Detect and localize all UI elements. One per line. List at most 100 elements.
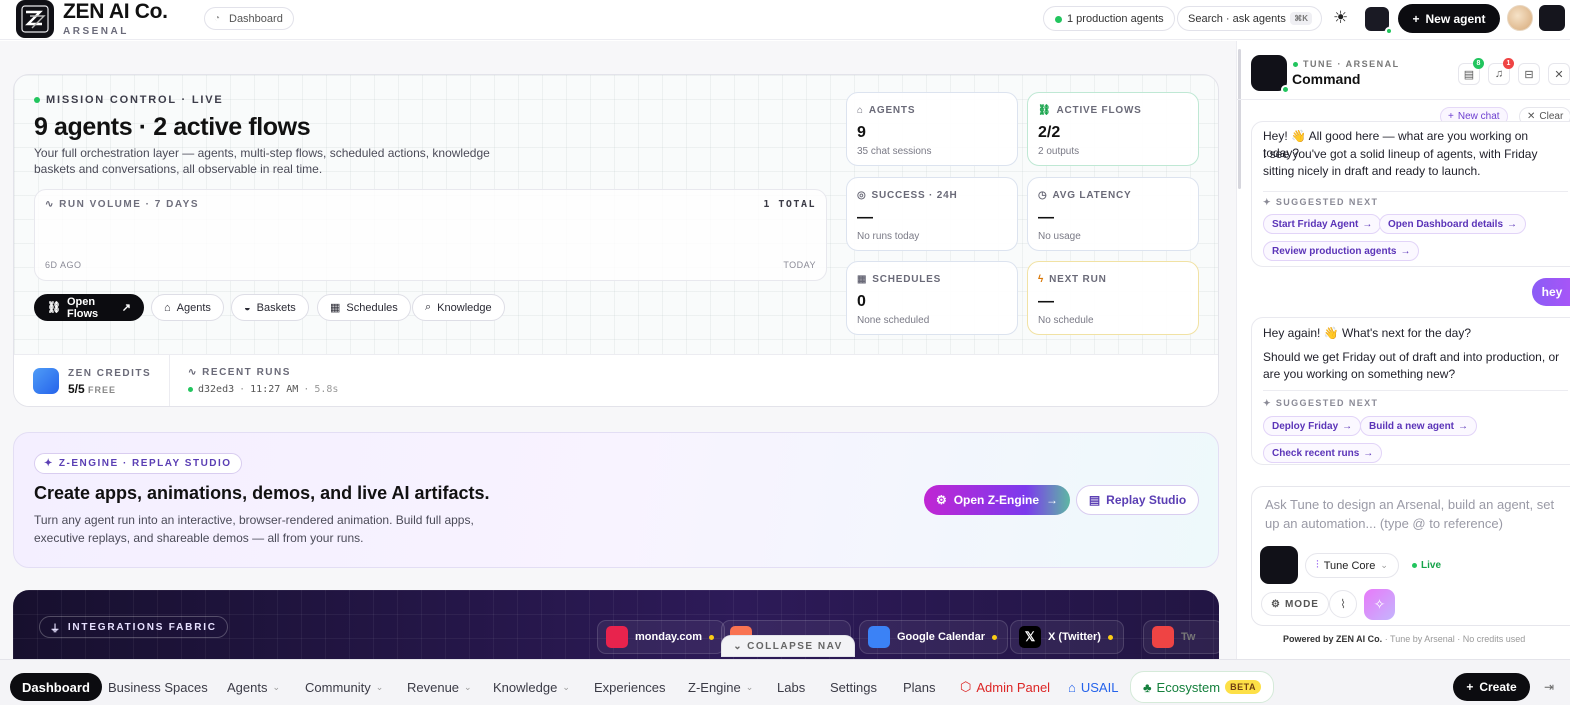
suggestion-chip[interactable]: Build a new agent → bbox=[1360, 416, 1478, 436]
lightning-icon: ϟ bbox=[1038, 274, 1045, 285]
plus-icon: + bbox=[1412, 11, 1420, 26]
brand-logo[interactable] bbox=[16, 0, 54, 38]
stat-latency-value: — bbox=[1038, 209, 1054, 226]
new-agent-button[interactable]: + New agent bbox=[1398, 4, 1500, 33]
collapse-nav-button[interactable]: ⌄ COLLAPSE NAV bbox=[721, 635, 855, 657]
scrollbar[interactable] bbox=[1238, 49, 1241, 189]
baskets-label: Baskets bbox=[256, 301, 296, 314]
nav-community[interactable]: Community ⌄ bbox=[293, 673, 395, 701]
nav-label: Settings bbox=[830, 679, 877, 695]
logout-icon[interactable]: ⇥ bbox=[1544, 680, 1554, 694]
search-placeholder: Search · ask agents bbox=[1188, 12, 1286, 25]
close-icon[interactable]: ✕ bbox=[1548, 63, 1570, 85]
zengine-description: Turn any agent run into an interactive, … bbox=[34, 513, 474, 545]
suggested-label-text: SUGGESTED NEXT bbox=[1275, 398, 1379, 408]
integration-name: monday.com bbox=[635, 631, 703, 643]
assistant-message: Hey! 👋 All good here — what are you work… bbox=[1251, 121, 1570, 267]
integration-partial[interactable]: Tw bbox=[1143, 620, 1219, 654]
agent-avatar[interactable] bbox=[1365, 7, 1393, 35]
arrow-right-icon: → bbox=[1400, 245, 1411, 257]
nav-revenue[interactable]: Revenue ⌄ bbox=[395, 673, 484, 701]
user-message: hey bbox=[1532, 278, 1570, 306]
open-zengine-button[interactable]: ⚙ Open Z-Engine → bbox=[924, 485, 1070, 515]
agents-button[interactable]: ⌂ Agents bbox=[151, 294, 224, 321]
recent-run-item[interactable]: d32ed3 · 11:27 AM · 5.8s bbox=[188, 384, 338, 395]
suggestion-chip[interactable]: Review production agents → bbox=[1263, 241, 1420, 261]
mission-description: Your full orchestration layer — agents, … bbox=[34, 146, 490, 176]
stat-latency[interactable]: ◷ AVG LATENCY — No usage bbox=[1027, 177, 1199, 251]
online-dot-icon bbox=[1281, 85, 1290, 94]
nav-label: Labs bbox=[777, 679, 806, 695]
nav-dashboard[interactable]: Dashboard bbox=[10, 673, 102, 701]
open-flows-button[interactable]: ⛓ Open Flows ↗ bbox=[34, 294, 144, 321]
integration-google-calendar[interactable]: Google Calendar bbox=[859, 620, 1009, 654]
integration-monday[interactable]: monday.com bbox=[597, 620, 726, 654]
nav-plans[interactable]: Plans bbox=[891, 673, 948, 701]
create-button[interactable]: + Create bbox=[1453, 673, 1530, 701]
mission-label: MISSION CONTROL · LIVE bbox=[34, 94, 224, 106]
chevron-down-icon: ⌄ bbox=[745, 681, 754, 692]
stat-success[interactable]: ◎ SUCCESS · 24H — No runs today bbox=[846, 177, 1018, 251]
suggestion-chip[interactable]: Start Friday Agent → bbox=[1263, 214, 1382, 234]
theme-toggle-sun-icon[interactable]: ☀ bbox=[1333, 8, 1348, 28]
workspace-avatar[interactable] bbox=[1539, 5, 1565, 31]
suggestion-chip[interactable]: Open Dashboard details → bbox=[1379, 214, 1527, 234]
model-select[interactable]: ⫶ Tune Core ⌄ bbox=[1305, 553, 1399, 578]
nav-knowledge[interactable]: Knowledge ⌄ bbox=[481, 673, 582, 701]
chip-label: Build a new agent bbox=[1369, 420, 1455, 432]
stat-label: SCHEDULES bbox=[872, 274, 942, 285]
send-sparkle-icon[interactable]: ✧ bbox=[1364, 589, 1395, 620]
mode-button[interactable]: ⚙ MODE bbox=[1261, 592, 1329, 616]
flow-icon: ⛓ bbox=[47, 302, 61, 314]
nav-business-spaces[interactable]: Business Spaces bbox=[96, 673, 220, 701]
nav-zengine[interactable]: Z-Engine ⌄ bbox=[676, 673, 765, 701]
nav-agents[interactable]: Agents ⌄ bbox=[215, 673, 292, 701]
create-label: Create bbox=[1479, 680, 1517, 694]
credits-plan: FREE bbox=[88, 385, 117, 395]
composer-input[interactable]: Ask Tune to design an Arsenal, build an … bbox=[1265, 495, 1565, 533]
chip-label: Open Dashboard details bbox=[1388, 218, 1504, 230]
integration-x-twitter[interactable]: 𝕏 X (Twitter) bbox=[1010, 620, 1124, 654]
brand-subtitle: ARSENAL bbox=[63, 26, 129, 37]
suggestion-chip[interactable]: Check recent runs → bbox=[1263, 443, 1383, 463]
nav-ecosystem[interactable]: ♣ Ecosystem BETA bbox=[1130, 671, 1274, 703]
chat-composer[interactable]: Ask Tune to design an Arsenal, build an … bbox=[1251, 486, 1570, 626]
stat-active-flows[interactable]: ⛓ ACTIVE FLOWS 2/2 2 outputs bbox=[1027, 92, 1199, 166]
docs-icon[interactable]: ▤ 8 bbox=[1458, 58, 1484, 85]
bell-icon[interactable]: ♫ 1 bbox=[1488, 58, 1514, 85]
nav-labs[interactable]: Labs bbox=[765, 673, 817, 701]
replay-studio-button[interactable]: ▤ Replay Studio bbox=[1076, 485, 1199, 515]
chevron-down-icon: ⌄ bbox=[272, 681, 281, 692]
production-agents-pill[interactable]: 1 production agents bbox=[1043, 6, 1175, 31]
message-text: Should we get Friday out of draft and in… bbox=[1263, 350, 1560, 381]
nav-usail[interactable]: ⌂ USAIL bbox=[1056, 673, 1130, 701]
run-volume-label: ∿ RUN VOLUME · 7 DAYS bbox=[45, 199, 199, 210]
nav-admin-panel[interactable]: ⬡ Admin Panel bbox=[948, 673, 1062, 701]
attach-paperclip-icon[interactable]: ⌇ bbox=[1329, 590, 1357, 618]
schedules-button[interactable]: ▦ Schedules bbox=[317, 294, 411, 321]
plus-icon: + bbox=[1466, 680, 1474, 694]
nav-label: Community bbox=[305, 679, 371, 695]
baskets-button[interactable]: ◒ Baskets bbox=[231, 294, 309, 321]
nav-experiences[interactable]: Experiences bbox=[582, 673, 678, 701]
arrow-right-icon: → bbox=[1046, 493, 1059, 507]
search-input[interactable]: Search · ask agents ⌘K bbox=[1177, 6, 1322, 31]
credits-value: 5/5 FREE bbox=[68, 382, 116, 396]
nav-settings[interactable]: Settings bbox=[818, 673, 889, 701]
stat-agents[interactable]: ⌂ AGENTS 9 35 chat sessions bbox=[846, 92, 1018, 166]
stat-agents-sub: 35 chat sessions bbox=[857, 146, 932, 157]
suggested-next-label: ✦ SUGGESTED NEXT bbox=[1263, 398, 1379, 408]
shield-icon: ⬡ bbox=[960, 679, 972, 694]
user-avatar[interactable] bbox=[1507, 5, 1533, 31]
stat-latency-label: ◷ AVG LATENCY bbox=[1038, 190, 1132, 201]
stat-schedules[interactable]: ▦ SCHEDULES 0 None scheduled bbox=[846, 261, 1018, 335]
breadcrumb[interactable]: ◔ Dashboard bbox=[204, 7, 294, 30]
run-duration: 5.8s bbox=[314, 384, 339, 395]
knowledge-button[interactable]: ⌕ Knowledge bbox=[412, 294, 505, 321]
archive-icon[interactable]: ⊟ bbox=[1518, 63, 1540, 85]
film-icon: ▤ bbox=[1088, 493, 1101, 507]
schedules-label: Schedules bbox=[346, 301, 398, 314]
stat-next-run[interactable]: ϟ NEXT RUN — No schedule bbox=[1027, 261, 1199, 335]
suggested-next-label: ✦ SUGGESTED NEXT bbox=[1263, 197, 1379, 207]
suggestion-chip[interactable]: Deploy Friday → bbox=[1263, 416, 1362, 436]
